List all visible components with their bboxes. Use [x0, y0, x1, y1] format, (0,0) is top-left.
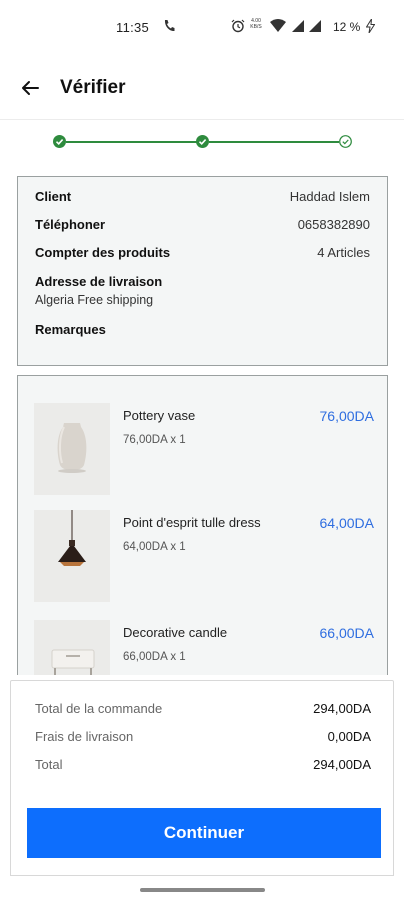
product-name: Point d'esprit tulle dress: [123, 515, 261, 530]
client-label: Client: [35, 189, 72, 204]
gesture-nav-handle[interactable]: [140, 888, 265, 892]
product-price: 76,00DA: [319, 408, 374, 424]
step-connector: [66, 141, 197, 143]
step-current-icon: [339, 135, 352, 148]
order-summary: Total de la commande 294,00DA Frais de l…: [10, 680, 394, 876]
product-unit-qty: 66,00DA x 1: [123, 651, 186, 663]
shipping-row: Frais de livraison 0,00DA: [35, 729, 371, 744]
product-image: [34, 620, 110, 675]
page-title: Vérifier: [60, 77, 126, 98]
phone-value: 0658382890: [297, 217, 370, 232]
status-time: 11:35: [116, 20, 150, 35]
signal-icon: [309, 20, 321, 32]
product-image: [34, 403, 110, 495]
network-speed: 4.00 KB/S: [250, 18, 262, 30]
order-total-value: 294,00DA: [313, 701, 371, 716]
grand-total-value: 294,00DA: [313, 757, 371, 772]
alarm-icon: [231, 19, 245, 33]
order-total-row: Total de la commande 294,00DA: [35, 701, 371, 716]
phone-label: Téléphoner: [35, 217, 106, 232]
address-row: Adresse de livraison: [35, 274, 370, 289]
step-connector: [209, 141, 339, 143]
product-name: Pottery vase: [123, 408, 196, 423]
product-unit-qty: 64,00DA x 1: [123, 541, 186, 553]
product-image: [34, 510, 110, 602]
remarks-label: Remarques: [35, 322, 106, 337]
product-price: 64,00DA: [319, 515, 374, 531]
continue-button[interactable]: Continuer: [27, 808, 381, 858]
client-value: Haddad Islem: [289, 189, 370, 204]
grand-total-row: Total 294,00DA: [35, 757, 371, 772]
client-row: Client Haddad Islem: [35, 189, 370, 204]
shipping-label: Frais de livraison: [35, 729, 134, 744]
count-label: Compter des produits: [35, 245, 171, 260]
address-value: Algeria Free shipping: [35, 293, 154, 307]
wifi-icon: [270, 19, 286, 32]
remarks-row: Remarques: [35, 322, 370, 337]
count-value: 4 Articles: [317, 245, 370, 260]
app-bar: Vérifier: [0, 54, 404, 120]
step-complete-icon: [53, 135, 66, 148]
list-item[interactable]: Decorative candle 66,00DA x 1 66,00DA: [34, 620, 374, 675]
product-unit-qty: 76,00DA x 1: [123, 434, 186, 446]
grand-total-label: Total: [35, 757, 63, 772]
phone-icon: [164, 20, 175, 32]
list-item[interactable]: Point d'esprit tulle dress 64,00DA x 1 6…: [34, 510, 374, 602]
battery-level: 12 %: [333, 20, 361, 34]
phone-row: Téléphoner 0658382890: [35, 217, 370, 232]
signal-icon: [292, 20, 304, 32]
order-total-label: Total de la commande: [35, 701, 163, 716]
order-info-card: Client Haddad Islem Téléphoner 065838289…: [17, 176, 388, 366]
arrow-left-icon[interactable]: [20, 78, 40, 98]
step-complete-icon: [196, 135, 209, 148]
product-price: 66,00DA: [319, 625, 374, 641]
charging-bolt-icon: [366, 19, 375, 33]
checkout-stepper: [0, 130, 404, 154]
product-name: Decorative candle: [123, 625, 228, 640]
address-label: Adresse de livraison: [35, 274, 163, 289]
list-item[interactable]: Pottery vase 76,00DA x 1 76,00DA: [34, 403, 374, 495]
count-row: Compter des produits 4 Articles: [35, 245, 370, 260]
status-bar: 11:35 4.00 KB/S 12 %: [0, 0, 404, 54]
product-list[interactable]: Pottery vase 76,00DA x 1 76,00DA Point d…: [17, 375, 388, 675]
shipping-value: 0,00DA: [327, 729, 371, 744]
